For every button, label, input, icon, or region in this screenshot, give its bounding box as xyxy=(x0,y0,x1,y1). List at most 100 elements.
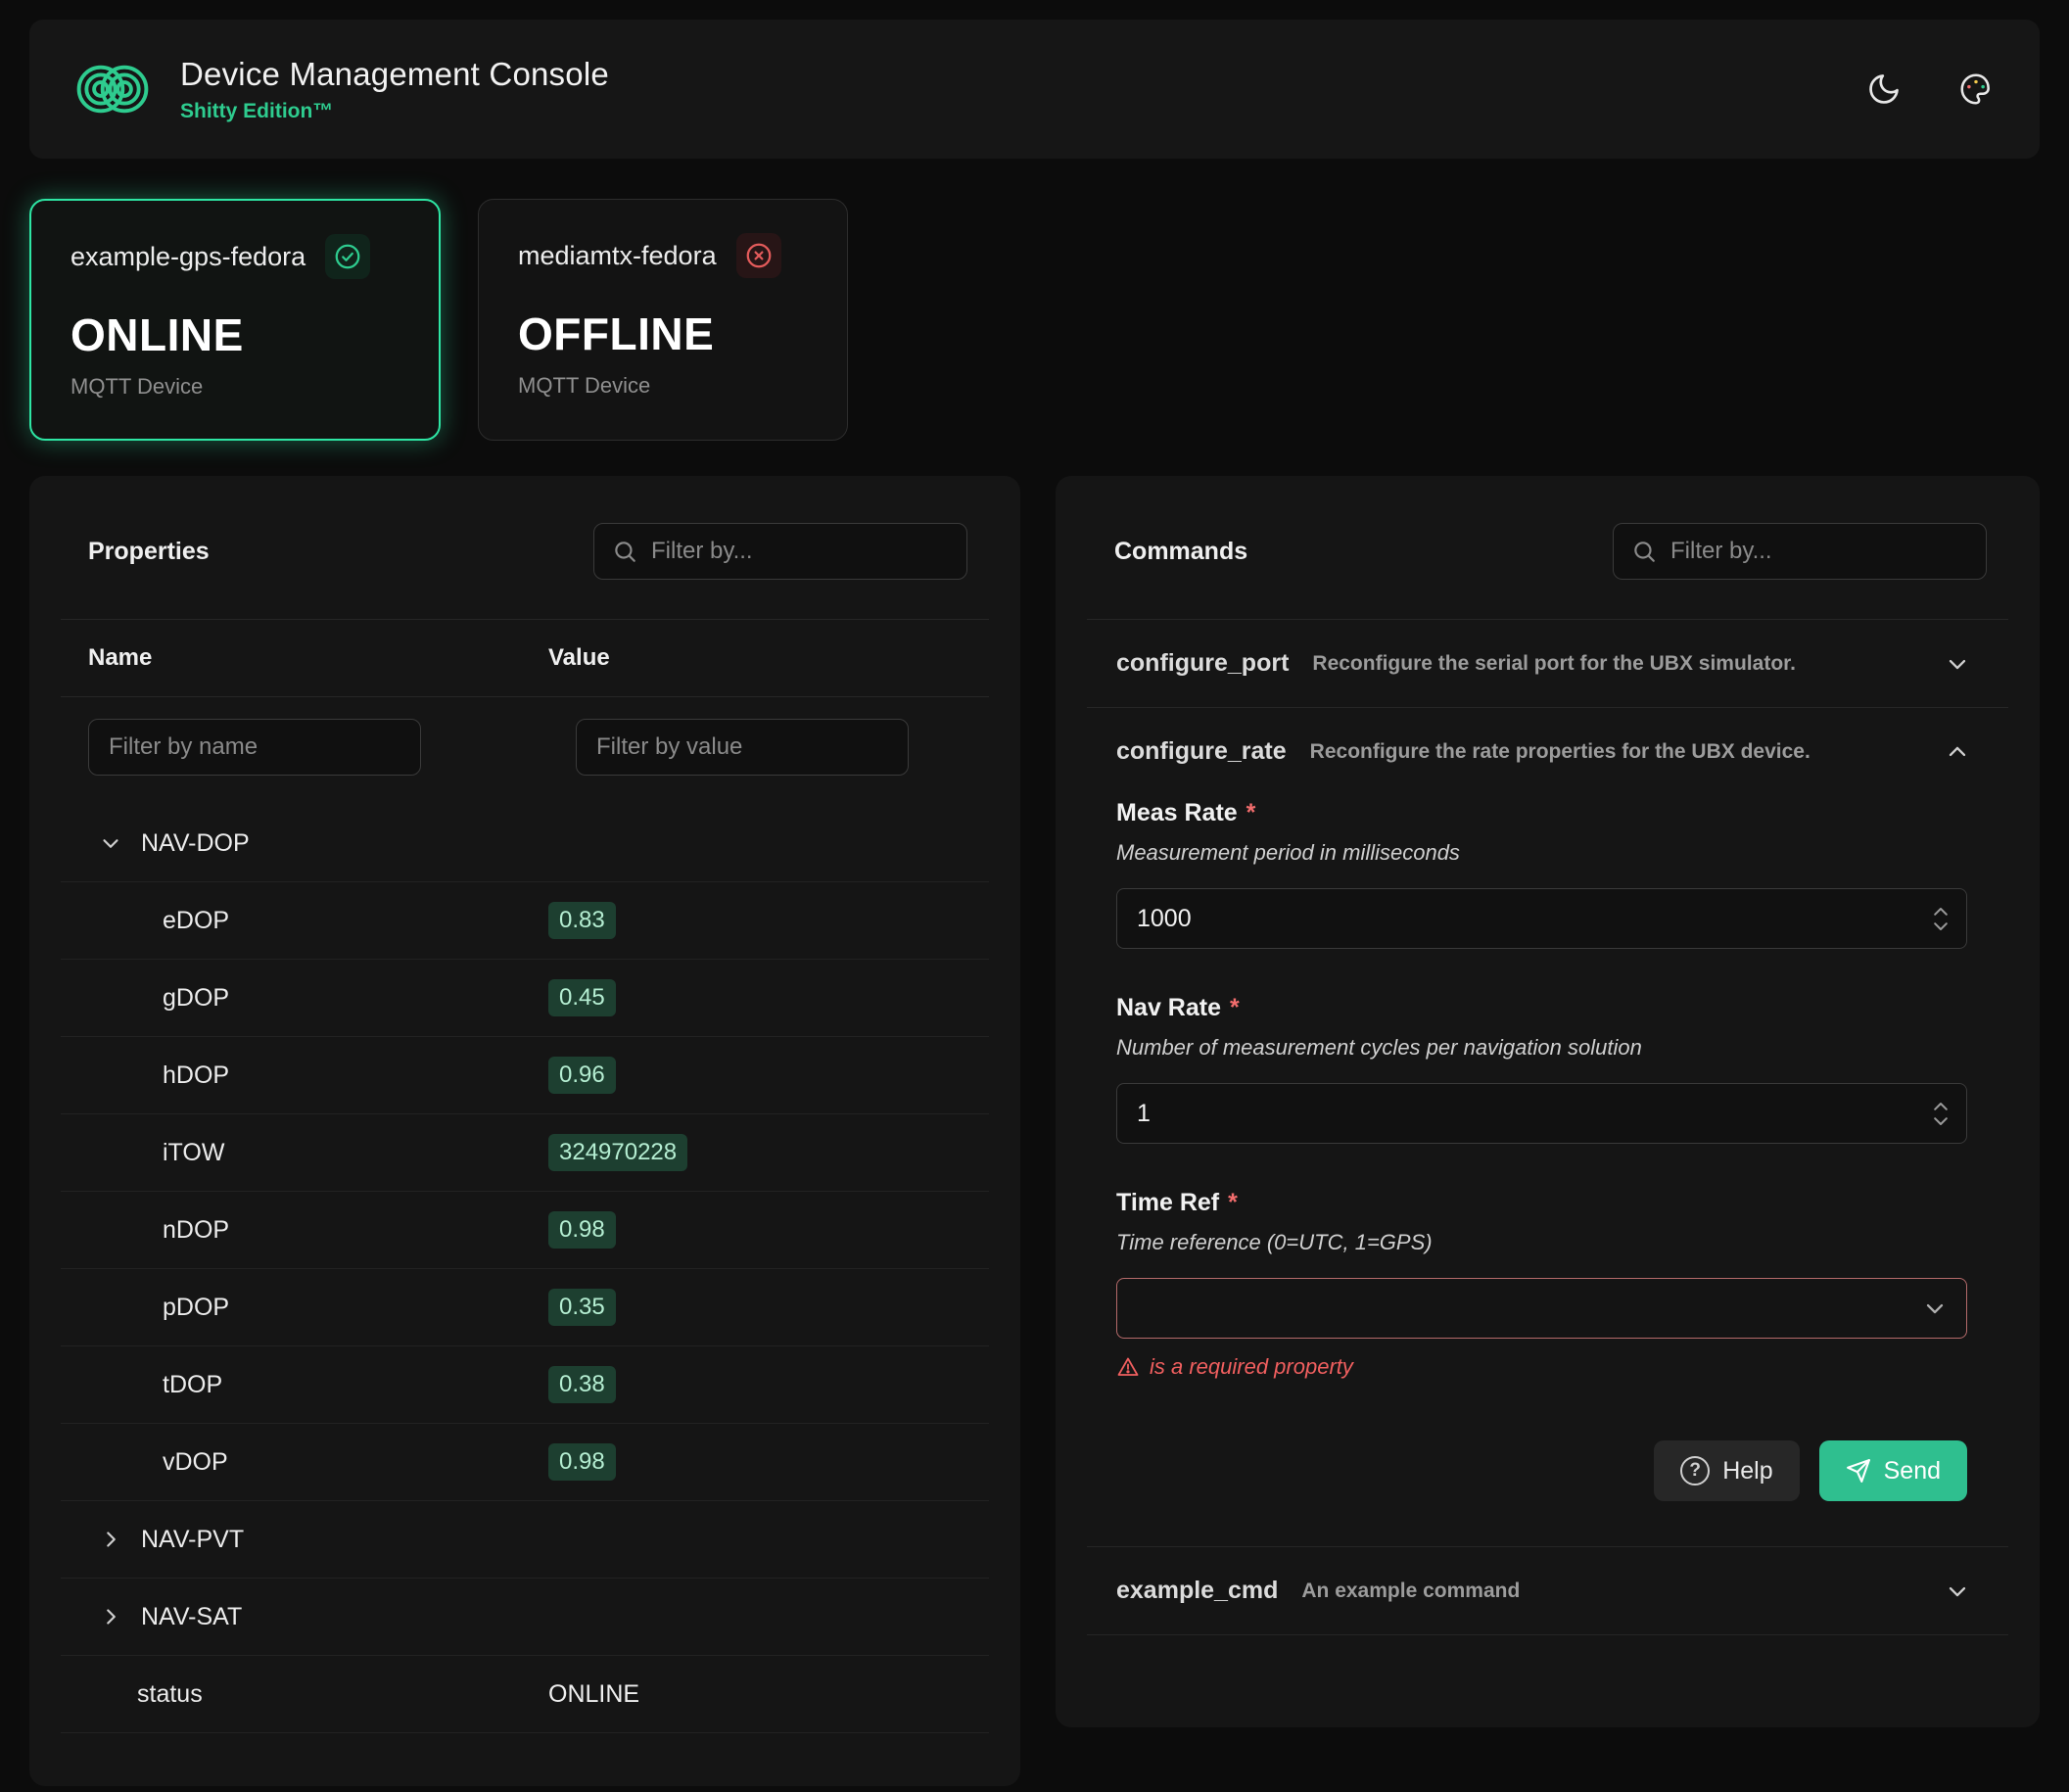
table-row: hDOP 0.96 xyxy=(61,1037,989,1114)
name-column-header: Name xyxy=(61,644,548,672)
tree-group-nav-dop[interactable]: NAV-DOP xyxy=(61,805,989,882)
command-section-configure-rate: configure_rate Reconfigure the rate prop… xyxy=(1087,708,2008,1547)
stepper-up-icon[interactable] xyxy=(1931,905,1951,918)
question-circle-icon: ? xyxy=(1680,1456,1710,1485)
value-filter-input[interactable] xyxy=(576,719,909,776)
property-name: eDOP xyxy=(61,907,548,935)
check-circle-icon xyxy=(333,242,362,271)
send-button-label: Send xyxy=(1884,1457,1941,1485)
time-ref-select[interactable] xyxy=(1116,1278,1967,1339)
chevron-down-icon xyxy=(1944,650,1971,678)
command-list: configure_port Reconfigure the serial po… xyxy=(1087,619,2008,1635)
value-column-header: Value xyxy=(548,644,989,672)
group-label: NAV-SAT xyxy=(141,1603,242,1631)
field-hint: Time reference (0=UTC, 1=GPS) xyxy=(1116,1230,1967,1255)
stepper-up-icon[interactable] xyxy=(1931,1100,1951,1112)
send-button[interactable]: Send xyxy=(1819,1440,1967,1501)
x-circle-icon xyxy=(744,241,774,270)
properties-filter-input[interactable] xyxy=(651,538,949,565)
stepper-down-icon[interactable] xyxy=(1931,920,1951,933)
device-type: MQTT Device xyxy=(518,373,808,399)
property-name: gDOP xyxy=(61,984,548,1013)
property-name: tDOP xyxy=(61,1371,548,1399)
chevron-right-icon xyxy=(98,1527,123,1552)
property-value-badge: 0.83 xyxy=(548,902,616,939)
property-value: ONLINE xyxy=(548,1680,639,1708)
device-card-mediamtx-fedora[interactable]: mediamtx-fedora OFFLINE MQTT Device xyxy=(478,199,848,441)
meas-rate-input-wrap xyxy=(1116,888,1967,949)
title-block: Device Management Console Shitty Edition… xyxy=(180,56,609,123)
properties-table-header: Name Value xyxy=(61,619,989,697)
table-row: nDOP 0.98 xyxy=(61,1192,989,1269)
nav-rate-input[interactable] xyxy=(1137,1100,1931,1128)
chevron-down-icon xyxy=(1921,1295,1949,1322)
commands-filter-input[interactable] xyxy=(1670,538,1968,565)
stepper-down-icon[interactable] xyxy=(1931,1115,1951,1128)
field-label: Time Ref xyxy=(1116,1189,1219,1217)
group-label: NAV-DOP xyxy=(141,829,250,858)
property-value-badge: 0.38 xyxy=(548,1366,616,1403)
command-section-configure-port: configure_port Reconfigure the serial po… xyxy=(1087,620,2008,708)
command-name: configure_rate xyxy=(1116,737,1287,766)
commands-panel: Commands configure_port Reconfigure the … xyxy=(1056,476,2040,1727)
app-header: Device Management Console Shitty Edition… xyxy=(29,20,2040,159)
tree-group-nav-pvt[interactable]: NAV-PVT xyxy=(61,1501,989,1579)
command-description: An example command xyxy=(1301,1580,1520,1603)
group-label: NAV-PVT xyxy=(141,1526,244,1554)
main-content: Properties Name Value xyxy=(29,476,2040,1786)
property-name: hDOP xyxy=(61,1061,548,1090)
properties-panel: Properties Name Value xyxy=(29,476,1020,1786)
device-state-badge xyxy=(325,234,370,279)
moon-icon xyxy=(1866,71,1902,107)
property-name: vDOP xyxy=(61,1448,548,1477)
help-button[interactable]: ? Help xyxy=(1654,1440,1799,1501)
field-label: Meas Rate xyxy=(1116,799,1238,827)
device-state-badge xyxy=(736,233,781,278)
field-hint: Measurement period in milliseconds xyxy=(1116,840,1967,866)
command-header-configure-port[interactable]: configure_port Reconfigure the serial po… xyxy=(1087,620,2008,707)
dark-mode-toggle-button[interactable] xyxy=(1861,67,1906,112)
required-marker: * xyxy=(1246,799,1256,827)
configure-rate-form: Meas Rate * Measurement period in millis… xyxy=(1087,795,2008,1546)
table-row: vDOP 0.98 xyxy=(61,1424,989,1501)
device-card-list: example-gps-fedora ONLINE MQTT Device me… xyxy=(29,199,2040,441)
chevron-down-icon xyxy=(1944,1578,1971,1605)
property-name: iTOW xyxy=(61,1139,548,1167)
tree-group-nav-sat[interactable]: NAV-SAT xyxy=(61,1579,989,1656)
property-name: nDOP xyxy=(61,1216,548,1245)
command-description: Reconfigure the serial port for the UBX … xyxy=(1312,652,1796,676)
help-button-label: Help xyxy=(1722,1457,1772,1485)
device-card-example-gps-fedora[interactable]: example-gps-fedora ONLINE MQTT Device xyxy=(29,199,441,441)
page-title: Device Management Console xyxy=(180,56,609,93)
property-name: pDOP xyxy=(61,1294,548,1322)
command-header-configure-rate[interactable]: configure_rate Reconfigure the rate prop… xyxy=(1087,708,2008,795)
palette-icon xyxy=(1957,71,1995,108)
properties-table: Name Value NAV-DOP eDOP 0.83 xyxy=(61,619,989,1733)
property-value-badge: 0.98 xyxy=(548,1211,616,1249)
field-nav-rate: Nav Rate * Number of measurement cycles … xyxy=(1116,994,1967,1144)
field-hint: Number of measurement cycles per navigat… xyxy=(1116,1035,1967,1061)
property-name: status xyxy=(61,1680,548,1709)
validation-error: is a required property xyxy=(1116,1354,1967,1380)
table-row: tDOP 0.38 xyxy=(61,1346,989,1424)
table-row: iTOW 324970228 xyxy=(61,1114,989,1192)
number-stepper[interactable] xyxy=(1931,1100,1951,1128)
theme-picker-button[interactable] xyxy=(1953,67,1998,112)
command-header-example-cmd[interactable]: example_cmd An example command xyxy=(1087,1547,2008,1634)
property-value-badge: 324970228 xyxy=(548,1134,687,1171)
required-marker: * xyxy=(1228,1189,1238,1217)
properties-filter-box xyxy=(593,523,967,580)
table-row: eDOP 0.83 xyxy=(61,882,989,960)
warning-triangle-icon xyxy=(1116,1355,1140,1379)
device-type: MQTT Device xyxy=(71,374,400,400)
device-name: example-gps-fedora xyxy=(71,242,306,272)
meas-rate-input[interactable] xyxy=(1137,905,1931,933)
property-value-badge: 0.96 xyxy=(548,1057,616,1094)
number-stepper[interactable] xyxy=(1931,905,1951,933)
nav-rate-input-wrap xyxy=(1116,1083,1967,1144)
properties-title: Properties xyxy=(88,538,210,566)
name-filter-input[interactable] xyxy=(88,719,421,776)
command-section-example-cmd: example_cmd An example command xyxy=(1087,1547,2008,1635)
search-icon xyxy=(1631,539,1657,564)
property-value-badge: 0.35 xyxy=(548,1289,616,1326)
